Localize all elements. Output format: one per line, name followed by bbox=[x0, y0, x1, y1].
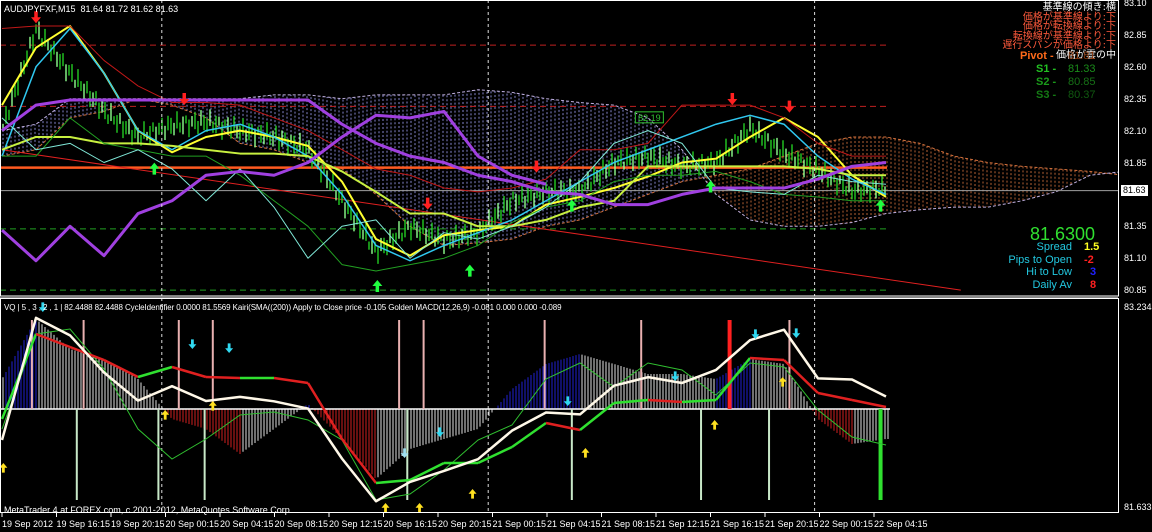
pivot-value: 81.33 bbox=[1068, 63, 1096, 75]
indicator-frame bbox=[0, 298, 1119, 513]
up-arrow-icon bbox=[0, 463, 8, 473]
vq-signal-segment bbox=[205, 375, 241, 380]
info-label: Hi to Low bbox=[1026, 266, 1072, 279]
pivot-label: S1 - bbox=[1036, 63, 1057, 75]
time-axis-label: 21 Sep 00:15 bbox=[492, 519, 547, 529]
vq-signal-segment bbox=[306, 382, 344, 440]
vq-signal-segment bbox=[375, 478, 411, 485]
price-axis-label: 82.10 bbox=[1124, 125, 1147, 136]
buy-arrow-icon bbox=[875, 199, 886, 212]
chart-frame bbox=[0, 0, 1119, 517]
pivot-label: S2 - bbox=[1036, 76, 1057, 88]
vq-signal-segment bbox=[137, 365, 173, 379]
fast-ma-line bbox=[1, 27, 887, 262]
down-arrow-icon bbox=[792, 328, 801, 338]
time-axis-label: 22 Sep 00:15 bbox=[819, 519, 874, 529]
price-tag: 82.19 bbox=[638, 113, 661, 123]
time-axis-label: 19 Sep 16:15 bbox=[56, 519, 111, 529]
kijun-line bbox=[1, 135, 886, 228]
indicator-axis-bottom: 81.633 bbox=[1124, 502, 1152, 512]
vq-signal-segment bbox=[341, 438, 377, 484]
time-axis-label: 19 Sep 20:15 bbox=[111, 519, 165, 529]
vq-signal-segment bbox=[171, 365, 207, 379]
info-label: Spread bbox=[1036, 241, 1072, 253]
copyright-text: MetaTrader 4 at FOREX.com, c 2001-2012, … bbox=[4, 505, 293, 515]
info-value: 3 bbox=[1090, 266, 1097, 279]
slow-ma-line bbox=[1, 24, 887, 257]
pivot-value: 80.85 bbox=[1068, 76, 1096, 88]
up-arrow-icon bbox=[415, 503, 424, 513]
time-axis-label: 21 Sep 12:15 bbox=[656, 519, 710, 529]
info-value: -2 bbox=[1084, 253, 1094, 266]
down-arrow-icon bbox=[435, 427, 444, 437]
sell-arrow-icon bbox=[727, 92, 738, 105]
pivot-value: 80.37 bbox=[1068, 89, 1096, 101]
vq-signal-segment bbox=[647, 398, 683, 404]
vq-signal-segment bbox=[817, 391, 853, 402]
indicator-header: VQ | 5 , 3 , 2 , 1 | 82.4488 82.4488 Cyc… bbox=[4, 303, 562, 312]
time-axis-label: 22 Sep 04:15 bbox=[874, 519, 928, 529]
price-axis-label: 82.35 bbox=[1124, 93, 1147, 104]
vq-signal-segment bbox=[749, 356, 785, 362]
price-axis-label: 80.85 bbox=[1124, 285, 1147, 296]
info-value: 1.5 bbox=[1084, 241, 1100, 253]
price-axis-label: 83.10 bbox=[1124, 0, 1147, 8]
chart-canvas: 82.19 bbox=[0, 0, 1124, 517]
pivot-value: 81.81 bbox=[1068, 50, 1096, 62]
vq-signal-segment bbox=[35, 332, 71, 349]
price-axis-label: 82.85 bbox=[1124, 29, 1147, 40]
time-axis-label: 21 Sep 04:15 bbox=[547, 519, 601, 529]
price-axis-label: 81.85 bbox=[1124, 157, 1147, 168]
sell-arrow-icon bbox=[531, 160, 542, 173]
current-price-tag: 81.63 bbox=[1121, 185, 1148, 196]
up-arrow-icon bbox=[581, 448, 590, 458]
down-arrow-icon bbox=[563, 396, 572, 406]
ohlc-label: 81.64 81.72 81.62 81.63 bbox=[80, 4, 179, 14]
time-axis-label: 19 Sep 2012 bbox=[2, 519, 54, 529]
indicator-chart[interactable] bbox=[0, 298, 890, 513]
sell-arrow-icon bbox=[179, 92, 190, 105]
vq-signal-segment bbox=[273, 376, 309, 385]
main-price-chart[interactable]: 82.19 bbox=[0, 0, 1124, 296]
trend-line bbox=[1, 149, 961, 291]
price-axis-label: 82.60 bbox=[1124, 61, 1147, 72]
time-axis-label: 21 Sep 20:15 bbox=[765, 519, 819, 529]
buy-arrow-icon bbox=[464, 264, 475, 277]
price-axis-label: 81.35 bbox=[1124, 221, 1147, 232]
time-axis-label: 20 Sep 00:15 bbox=[165, 519, 220, 529]
info-label: Pips to Open bbox=[1008, 253, 1072, 266]
up-arrow-icon bbox=[710, 420, 719, 430]
time-axis-label: 20 Sep 20:15 bbox=[438, 519, 492, 529]
down-arrow-icon bbox=[188, 339, 197, 349]
vq-signal-segment bbox=[103, 358, 139, 379]
info-value: 8 bbox=[1090, 279, 1097, 292]
time-axis-label: 20 Sep 08:15 bbox=[274, 519, 329, 529]
time-axis-label: 21 Sep 16:15 bbox=[710, 519, 765, 529]
time-axis-label: 20 Sep 12:15 bbox=[329, 519, 383, 529]
info-label: Daily Av bbox=[1032, 279, 1072, 292]
symbol-label: AUDJPYFXF,M15 bbox=[4, 4, 76, 14]
down-arrow-icon bbox=[225, 343, 234, 353]
up-arrow-icon bbox=[381, 503, 390, 513]
indicator-axis-top: 83.2345 bbox=[1124, 302, 1152, 312]
sell-arrow-icon bbox=[784, 100, 795, 113]
up-arrow-icon bbox=[468, 489, 477, 499]
chart-header: AUDJPYFXF,M15 81.64 81.72 81.62 81.63 bbox=[4, 4, 178, 15]
pivot-label: Pivot - bbox=[1020, 50, 1054, 62]
time-axis-label: 20 Sep 16:15 bbox=[383, 519, 438, 529]
vq-signal-segment bbox=[613, 398, 649, 405]
time-axis-label: 21 Sep 08:15 bbox=[601, 519, 656, 529]
vq-signal-segment bbox=[851, 398, 887, 409]
price-axis-label: 81.10 bbox=[1124, 253, 1147, 264]
sell-arrow-icon bbox=[422, 197, 433, 210]
time-axis-label: 20 Sep 04:15 bbox=[220, 519, 274, 529]
pivot-label: S3 - bbox=[1036, 89, 1057, 101]
vq-signal-segment bbox=[545, 421, 581, 432]
